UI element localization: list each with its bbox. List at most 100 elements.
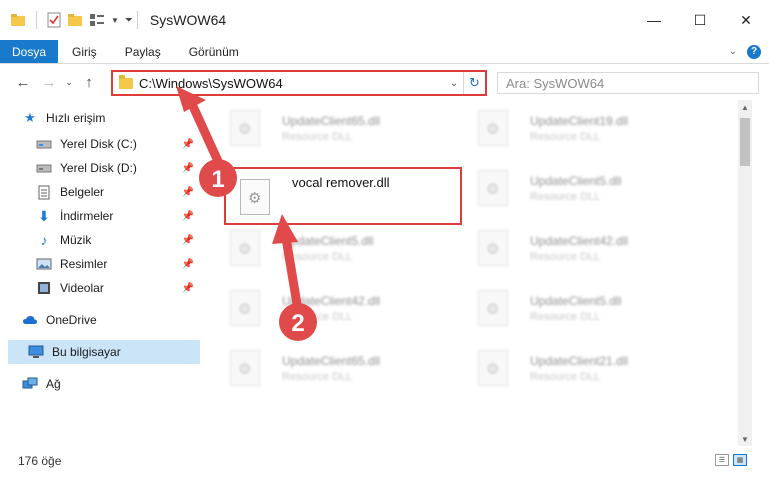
- dll-file-icon: [240, 179, 270, 215]
- dll-file-icon: [478, 170, 508, 206]
- details-view-icon[interactable]: ☰: [715, 454, 729, 466]
- folder-icon: [11, 14, 25, 26]
- sidebar-item-videos[interactable]: Videolar 📌: [0, 276, 200, 300]
- file-type: Resource DLL: [530, 371, 601, 383]
- recent-locations-icon[interactable]: ⌄: [62, 77, 76, 88]
- file-list: UpdateClient65.dll Resource DLL UpdateCli…: [208, 100, 738, 446]
- tab-share[interactable]: Paylaş: [111, 40, 175, 63]
- ribbon-right-controls: ⌄ ?: [729, 40, 769, 63]
- address-row: ← → ⌄ ↑ C:\Windows\SysWOW64 ⌄ ↻ Ara: Sys…: [0, 64, 769, 100]
- expand-ribbon-icon[interactable]: ⌄: [729, 46, 737, 57]
- scroll-down-icon[interactable]: ▼: [738, 432, 752, 446]
- address-dropdown-icon[interactable]: ⌄: [445, 78, 463, 89]
- new-folder-icon[interactable]: [67, 13, 83, 27]
- address-bar[interactable]: C:\Windows\SysWOW64 ⌄ ↻: [111, 70, 487, 96]
- sidebar-item-disk-d[interactable]: Yerel Disk (D:) 📌: [0, 156, 200, 180]
- sidebar-item-label: İndirmeler: [60, 209, 114, 223]
- navigation-pane: ★ Hızlı erişim Yerel Disk (C:) 📌 Yerel D…: [0, 100, 208, 446]
- dll-file-icon: [478, 290, 508, 326]
- file-type: Resource DLL: [282, 251, 353, 263]
- pin-icon[interactable]: 📌: [182, 163, 194, 174]
- list-item[interactable]: UpdateClient21.dll Resource DLL: [464, 344, 694, 390]
- file-name: UpdateClient5.dll: [282, 234, 374, 248]
- maximize-button[interactable]: ☐: [677, 0, 723, 40]
- dll-file-icon: [230, 230, 260, 266]
- properties-icon[interactable]: [47, 12, 61, 28]
- network-icon: [22, 376, 38, 392]
- sidebar-item-label: Resimler: [60, 257, 108, 271]
- scrollbar-thumb[interactable]: [740, 118, 750, 166]
- view-toggle: ☰ ▦: [715, 454, 747, 466]
- qat-separator: [36, 11, 37, 29]
- minimize-button[interactable]: —: [631, 0, 677, 40]
- tab-view[interactable]: Görünüm: [175, 40, 253, 63]
- sidebar-item-this-pc[interactable]: Bu bilgisayar: [8, 340, 200, 364]
- list-item[interactable]: UpdateClient5.dll Resource DLL: [216, 224, 446, 270]
- sidebar-item-downloads[interactable]: ⬇ İndirmeler 📌: [0, 204, 200, 228]
- cloud-icon: [22, 312, 38, 328]
- tab-home[interactable]: Giriş: [58, 40, 111, 63]
- file-name: UpdateClient5.dll: [530, 294, 622, 308]
- sidebar-item-network[interactable]: Ağ: [0, 372, 200, 396]
- qat-dropdown-icon[interactable]: ▼: [111, 16, 119, 25]
- target-file-item[interactable]: vocal remover.dll: [226, 173, 456, 219]
- pictures-icon: [36, 256, 52, 272]
- list-item[interactable]: UpdateClient65.dll Resource DLL: [216, 344, 446, 390]
- back-arrow-icon[interactable]: ←: [10, 74, 36, 91]
- sidebar-item-label: Belgeler: [60, 185, 105, 199]
- pin-icon[interactable]: 📌: [182, 139, 194, 150]
- help-icon[interactable]: ?: [747, 44, 761, 59]
- sidebar-item-label: Hızlı erişim: [46, 111, 106, 125]
- tab-file[interactable]: Dosya: [0, 40, 59, 63]
- vertical-scrollbar[interactable]: ▲ ▼: [738, 100, 752, 446]
- list-item[interactable]: UpdateClient5.dll Resource DLL: [464, 284, 694, 330]
- sidebar-item-documents[interactable]: Belgeler 📌: [0, 180, 200, 204]
- star-icon: ★: [24, 110, 36, 125]
- item-count: 176 öğe: [18, 454, 62, 468]
- dll-file-icon: [230, 110, 260, 146]
- view-options-icon[interactable]: [89, 13, 105, 27]
- sidebar-item-label: OneDrive: [46, 313, 97, 327]
- customize-qat-icon[interactable]: ⏷: [125, 15, 133, 26]
- close-button[interactable]: ✕: [723, 0, 769, 40]
- file-name: UpdateClient19.dll: [530, 114, 629, 128]
- sidebar-item-label: Bu bilgisayar: [52, 345, 121, 359]
- sidebar-item-disk-c[interactable]: Yerel Disk (C:) 📌: [0, 132, 200, 156]
- list-item[interactable]: UpdateClient5.dll Resource DLL: [464, 164, 694, 210]
- list-item[interactable]: UpdateClient19.dll Resource DLL: [464, 104, 694, 150]
- music-icon: ♪: [40, 232, 48, 248]
- window-controls: — ☐ ✕: [631, 0, 769, 40]
- sidebar-item-label: Yerel Disk (D:): [60, 161, 137, 175]
- scroll-up-icon[interactable]: ▲: [738, 100, 752, 114]
- file-name: UpdateClient65.dll: [282, 114, 381, 128]
- dll-file-icon: [478, 350, 508, 386]
- title-bar: ▼ ⏷ SysWOW64 — ☐ ✕: [0, 0, 769, 40]
- address-path[interactable]: C:\Windows\SysWOW64: [139, 76, 445, 91]
- file-type: Resource DLL: [530, 311, 601, 323]
- sidebar-item-quick-access[interactable]: ★ Hızlı erişim: [0, 106, 200, 130]
- list-item[interactable]: UpdateClient65.dll Resource DLL: [216, 104, 446, 150]
- large-icons-view-icon[interactable]: ▦: [733, 454, 747, 466]
- dll-file-icon: [478, 230, 508, 266]
- refresh-icon[interactable]: ↻: [463, 72, 485, 94]
- pin-icon[interactable]: 📌: [182, 235, 194, 246]
- download-icon: ⬇: [38, 207, 50, 224]
- file-name: UpdateClient42.dll: [282, 294, 381, 308]
- pin-icon[interactable]: 📌: [182, 283, 194, 294]
- file-type: Resource DLL: [530, 251, 601, 263]
- file-type: Resource DLL: [530, 131, 601, 143]
- sidebar-item-onedrive[interactable]: OneDrive: [0, 308, 200, 332]
- pin-icon[interactable]: 📌: [182, 187, 194, 198]
- video-icon: [36, 280, 52, 296]
- search-input[interactable]: Ara: SysWOW64: [497, 72, 759, 94]
- pin-icon[interactable]: 📌: [182, 259, 194, 270]
- list-item[interactable]: UpdateClient42.dll Resource DLL: [464, 224, 694, 270]
- ribbon-tabs: Dosya Giriş Paylaş Görünüm ⌄ ?: [0, 40, 769, 64]
- forward-arrow-icon[interactable]: →: [36, 74, 62, 91]
- list-item[interactable]: UpdateClient42.dll Resource DLL: [216, 284, 446, 330]
- up-arrow-icon[interactable]: ↑: [76, 74, 102, 91]
- sidebar-item-pictures[interactable]: Resimler 📌: [0, 252, 200, 276]
- sidebar-item-music[interactable]: ♪ Müzik 📌: [0, 228, 200, 252]
- sidebar-item-label: Yerel Disk (C:): [60, 137, 137, 151]
- pin-icon[interactable]: 📌: [182, 211, 194, 222]
